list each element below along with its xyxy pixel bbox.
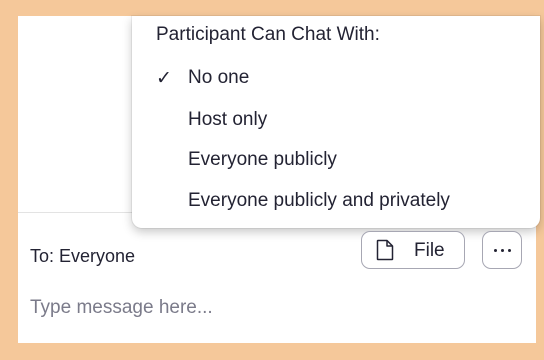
menu-item-label: Host only [188,109,268,130]
file-button[interactable]: File [361,231,465,269]
file-button-label: File [414,240,445,261]
ellipsis-icon [494,249,511,252]
menu-item-label: Everyone publicly and privately [188,190,450,211]
menu-item-no-one[interactable]: ✓ No one [132,61,540,97]
chat-permission-dropdown: Participant Can Chat With: ✓ No one Host… [132,16,540,228]
message-input[interactable] [28,293,512,323]
document-icon [376,239,394,261]
chat-panel: Participant Can Chat With: ✓ No one Host… [18,16,540,343]
more-options-button[interactable] [482,231,522,269]
menu-item-label: No one [188,67,250,88]
menu-item-host-only[interactable]: Host only [132,103,540,139]
menu-item-label: Everyone publicly [188,149,337,170]
menu-item-everyone-publicly[interactable]: Everyone publicly [132,143,540,179]
checkmark-icon: ✓ [156,68,172,89]
dropdown-title: Participant Can Chat With: [156,24,380,45]
recipient-selector[interactable]: To: Everyone [30,246,135,267]
menu-item-everyone-publicly-and-privately[interactable]: Everyone publicly and privately [132,184,540,220]
